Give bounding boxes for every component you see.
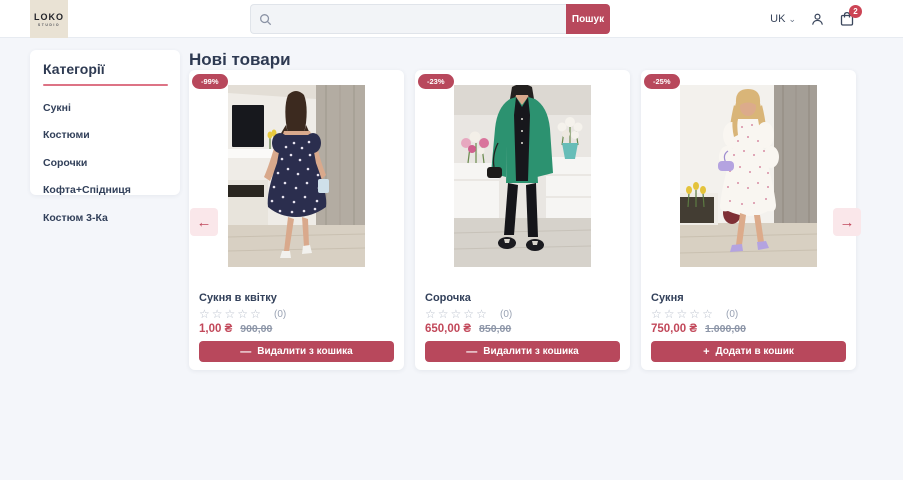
product-card: -25% Сукня ☆☆☆☆☆ (0) 750,00 ₴ 1.000,00 +… <box>641 70 856 370</box>
arrow-left-icon: ← <box>196 213 212 231</box>
rating-stars[interactable]: ☆☆☆☆☆ <box>199 307 263 321</box>
cart-button[interactable]: 2 <box>839 5 862 27</box>
language-selector[interactable]: UK ⌄ <box>770 13 796 25</box>
header-actions: UK ⌄ 2 <box>770 0 862 38</box>
product-photo[interactable] <box>228 85 365 267</box>
categories-sidebar: Категорії Сукні Костюми Сорочки Кофта+Сп… <box>30 50 180 224</box>
star-icon: ☆ <box>224 307 238 321</box>
star-icon: ☆ <box>250 307 263 321</box>
rating-stars[interactable]: ☆☆☆☆☆ <box>651 307 715 321</box>
star-icon: ☆ <box>199 307 212 321</box>
sidebar-item-top-skirt[interactable]: Кофта+Спідниця <box>43 184 167 196</box>
product-photo[interactable] <box>680 85 817 267</box>
logo[interactable]: LOKO STUDIO <box>30 0 68 38</box>
product-name[interactable]: Сукня в квітку <box>199 292 277 304</box>
product-name[interactable]: Сукня <box>651 292 684 304</box>
search-icon <box>260 13 272 25</box>
price-row: 1,00 ₴ 900,00 <box>199 323 272 335</box>
old-price: 1.000,00 <box>705 323 746 335</box>
carousel-prev-button[interactable]: ← <box>190 208 218 236</box>
product-card: -99% Сукня в квітку ☆☆☆☆☆ (0) 1,00 ₴ 900… <box>189 70 404 370</box>
discount-badge: -23% <box>418 74 454 89</box>
sidebar-title: Категорії <box>43 61 105 77</box>
search-button[interactable]: Пошук <box>566 4 610 34</box>
cart-count-badge: 2 <box>849 5 862 18</box>
star-icon: ☆ <box>211 307 225 321</box>
product-image-green-shirt <box>454 85 591 267</box>
search-input[interactable] <box>278 13 558 25</box>
minus-icon: — <box>240 345 252 358</box>
search-bar: Пошук <box>250 4 610 34</box>
sidebar-underline <box>43 84 168 86</box>
discount-badge: -25% <box>644 74 680 89</box>
carousel-next-button[interactable]: → <box>833 208 861 236</box>
cart-button-label: Видалити з кошика <box>483 346 579 357</box>
star-icon: ☆ <box>425 307 438 321</box>
current-price: 750,00 ₴ <box>651 323 698 335</box>
price-row: 750,00 ₴ 1.000,00 <box>651 323 746 335</box>
remove-from-cart-button[interactable]: — Видалити з кошика <box>199 341 394 362</box>
rating-count: (0) <box>500 309 513 320</box>
star-icon: ☆ <box>663 307 677 321</box>
star-icon: ☆ <box>651 307 664 321</box>
star-icon: ☆ <box>437 307 451 321</box>
arrow-right-icon: → <box>839 213 855 231</box>
old-price: 900,00 <box>240 323 273 335</box>
cart-button-label: Додати в кошик <box>715 346 794 357</box>
product-image-polka-dot-dress <box>228 85 365 267</box>
discount-badge: -99% <box>192 74 228 89</box>
star-icon: ☆ <box>463 307 477 321</box>
language-label: UK <box>770 13 786 25</box>
rating-stars[interactable]: ☆☆☆☆☆ <box>425 307 489 321</box>
chevron-down-icon: ⌄ <box>788 13 796 24</box>
account-button[interactable] <box>810 12 825 27</box>
current-price: 1,00 ₴ <box>199 323 233 335</box>
star-icon: ☆ <box>450 307 464 321</box>
product-name[interactable]: Сорочка <box>425 292 471 304</box>
sidebar-item-suit-3[interactable]: Костюм 3-Ка <box>43 212 167 224</box>
star-icon: ☆ <box>689 307 703 321</box>
sidebar-item-suits[interactable]: Костюми <box>43 129 167 141</box>
old-price: 850,00 <box>479 323 512 335</box>
rating-count: (0) <box>726 309 739 320</box>
page-title: Нові товари <box>189 50 291 69</box>
search-box[interactable] <box>250 4 566 34</box>
price-row: 650,00 ₴ 850,00 <box>425 323 511 335</box>
product-card: -23% Сорочка ☆☆☆☆☆ (0) 650,00 ₴ 850,00 —… <box>415 70 630 370</box>
product-photo[interactable] <box>454 85 591 267</box>
user-icon <box>812 13 823 25</box>
cart-button-label: Видалити з кошика <box>257 346 353 357</box>
star-icon: ☆ <box>702 307 715 321</box>
product-image-white-floral-dress <box>680 85 817 267</box>
star-icon: ☆ <box>237 307 251 321</box>
rating-count: (0) <box>274 309 287 320</box>
plus-icon: + <box>703 345 710 358</box>
add-to-cart-button[interactable]: + Додати в кошик <box>651 341 846 362</box>
current-price: 650,00 ₴ <box>425 323 472 335</box>
remove-from-cart-button[interactable]: — Видалити з кошика <box>425 341 620 362</box>
sidebar-item-dresses[interactable]: Сукні <box>43 102 167 114</box>
header: LOKO STUDIO Пошук UK ⌄ 2 <box>0 0 903 38</box>
logo-subtext: STUDIO <box>37 22 61 27</box>
star-icon: ☆ <box>476 307 489 321</box>
sidebar-item-shirts[interactable]: Сорочки <box>43 157 167 169</box>
star-icon: ☆ <box>676 307 690 321</box>
minus-icon: — <box>466 345 478 358</box>
logo-text: LOKO <box>34 11 64 22</box>
